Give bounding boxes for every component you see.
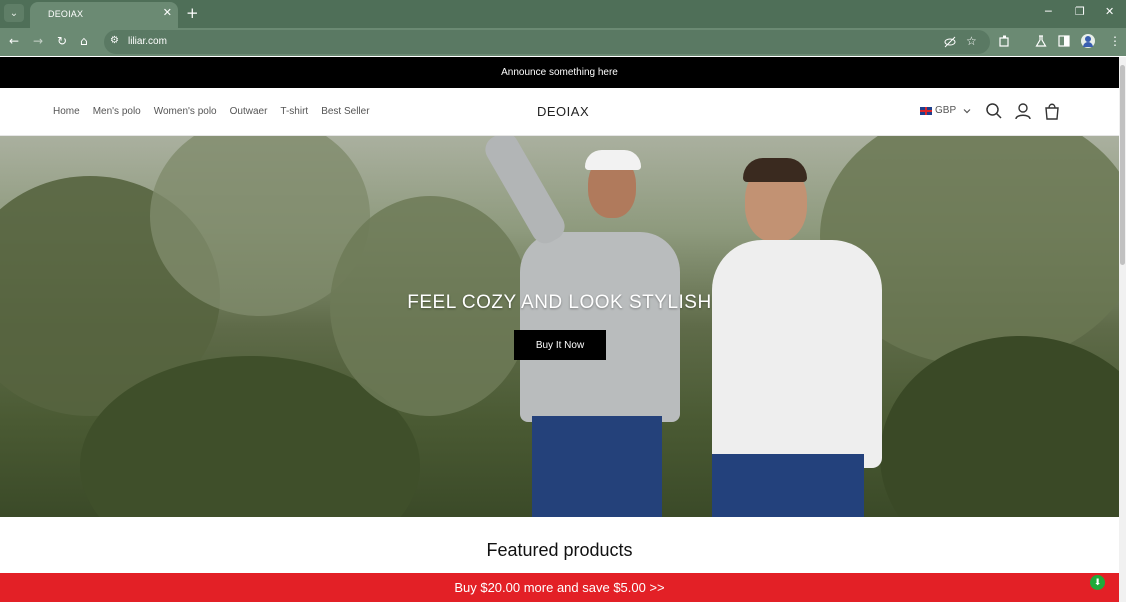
chevron-down-icon xyxy=(963,108,971,113)
browser-toolbar: ← → ↻ ⌂ ⚙ liliar.com ☆ ⋮ xyxy=(0,28,1126,56)
main-nav: Home Men's polo Women's polo Outwaer T-s… xyxy=(53,106,370,117)
browser-tabstrip: ⌄ DEOIAX ✕ + ─ ❐ ✕ xyxy=(0,0,1126,28)
brand-logo[interactable]: DEOIAX xyxy=(537,104,589,119)
nav-mens-polo[interactable]: Men's polo xyxy=(93,106,141,117)
currency-label: GBP xyxy=(935,105,957,116)
site-info-icon[interactable]: ⚙ xyxy=(110,35,119,46)
scrollbar-thumb[interactable] xyxy=(1120,65,1125,265)
featured-products-heading: Featured products xyxy=(486,540,633,560)
nav-outwear[interactable]: Outwaer xyxy=(230,106,268,117)
labs-icon[interactable] xyxy=(1035,35,1047,47)
promo-bar[interactable]: Buy $20.00 more and save $5.00 >> xyxy=(0,573,1119,602)
tab-close-icon[interactable]: ✕ xyxy=(163,6,172,19)
eye-off-icon[interactable] xyxy=(944,36,956,48)
site-header: Home Men's polo Women's polo Outwaer T-s… xyxy=(0,88,1119,136)
bookmark-star-icon[interactable]: ☆ xyxy=(966,34,977,48)
extensions-icon[interactable] xyxy=(999,35,1011,47)
hero-image-foliage xyxy=(880,336,1119,517)
cart-icon[interactable] xyxy=(1043,102,1061,120)
nav-best-seller[interactable]: Best Seller xyxy=(321,106,369,117)
currency-selector[interactable]: GBP xyxy=(920,105,972,116)
nav-home[interactable]: Home xyxy=(53,106,80,117)
rewards-widget-icon[interactable]: ⬇ xyxy=(1090,575,1105,590)
address-bar[interactable]: ⚙ liliar.com ☆ xyxy=(104,30,990,54)
minimize-icon[interactable]: ─ xyxy=(1045,5,1052,18)
profile-avatar-icon[interactable] xyxy=(1081,34,1095,48)
restore-icon[interactable]: ❐ xyxy=(1075,5,1085,18)
hero-headline: FEEL COZY AND LOOK STYLISH xyxy=(407,292,712,313)
side-panel-icon[interactable] xyxy=(1058,35,1070,47)
page-scrollbar[interactable] xyxy=(1119,57,1126,602)
forward-icon[interactable]: → xyxy=(33,34,43,48)
uk-flag-icon xyxy=(920,106,932,115)
account-icon[interactable] xyxy=(1014,102,1032,120)
new-tab-icon[interactable]: + xyxy=(186,4,199,22)
close-window-icon[interactable]: ✕ xyxy=(1105,5,1114,18)
back-icon[interactable]: ← xyxy=(9,34,19,48)
nav-womens-polo[interactable]: Women's polo xyxy=(154,106,217,117)
hero-banner: FEEL COZY AND LOOK STYLISH Buy It Now xyxy=(0,136,1119,517)
announcement-bar: Announce something here xyxy=(0,57,1119,88)
tab-title: DEOIAX xyxy=(48,9,84,19)
browser-menu-icon[interactable]: ⋮ xyxy=(1109,34,1121,48)
buy-it-now-button[interactable]: Buy It Now xyxy=(514,330,606,360)
reload-icon[interactable]: ↻ xyxy=(57,34,67,48)
tab-search-dropdown-icon[interactable]: ⌄ xyxy=(4,4,24,22)
browser-tab[interactable]: DEOIAX ✕ xyxy=(30,2,178,28)
search-icon[interactable] xyxy=(985,102,1003,120)
url-text: liliar.com xyxy=(128,36,167,47)
home-icon[interactable]: ⌂ xyxy=(80,34,88,48)
nav-tshirt[interactable]: T-shirt xyxy=(280,106,308,117)
